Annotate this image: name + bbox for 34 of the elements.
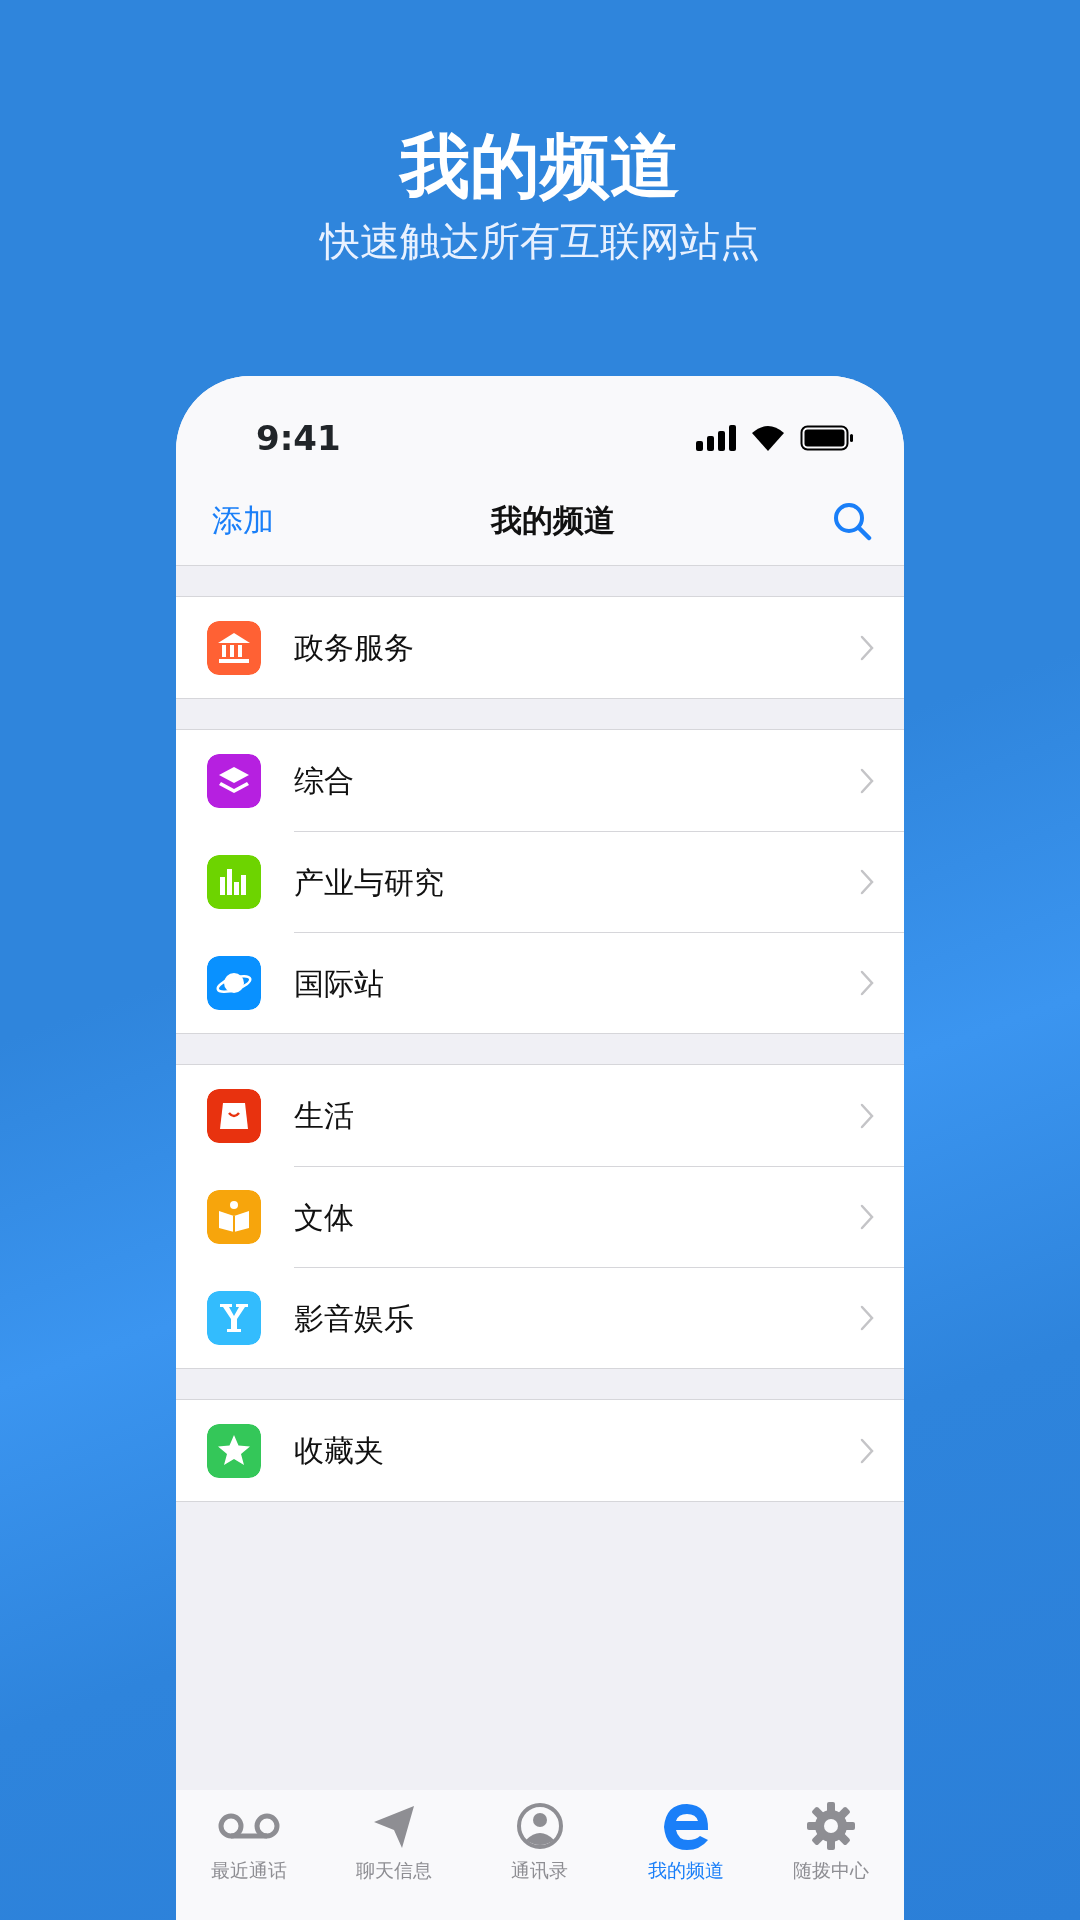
channel-row[interactable]: 政务服务 [176,597,904,698]
chevron-icon [860,1305,874,1331]
nav-title: 我的频道 [491,501,615,541]
channel-row[interactable]: 产业与研究 [176,831,904,932]
promo-subtitle: 快速触达所有互联网站点 [320,217,760,265]
promo-title: 我的频道 [400,128,680,205]
channel-row[interactable]: 文体 [176,1166,904,1267]
channel-row[interactable]: 综合 [176,730,904,831]
channel-row[interactable]: 国际站 [176,932,904,1033]
signal-icon [696,425,736,451]
status-time: 9:41 [256,416,341,460]
chevron-icon [860,1102,874,1129]
chevron-icon [860,634,874,661]
wifi-icon [750,425,786,451]
chevron-icon [860,1204,874,1230]
channel-row[interactable]: 影音娱乐 [176,1267,904,1368]
channel-label: 影音娱乐 [294,1299,415,1338]
chevron-icon [860,767,874,794]
add-button[interactable]: 添加 [212,497,274,544]
chevron-icon [860,970,874,996]
channel-label: 产业与研究 [294,863,445,902]
chevron-icon [860,869,874,895]
chevron-icon [860,1437,874,1464]
channel-label: 收藏夹 [294,1432,385,1470]
channel-label: 生活 [294,1097,355,1135]
battery-icon [800,425,854,451]
channel-label: 文体 [294,1198,355,1237]
channel-label: 综合 [294,762,355,800]
search-icon[interactable] [832,500,872,541]
channel-row[interactable]: 收藏夹 [176,1400,904,1501]
tab[interactable]: 我的频道 [612,1800,759,1920]
channel-label: 国际站 [294,964,385,1003]
channel-label: 政务服务 [294,629,415,667]
channel-row[interactable]: 生活 [176,1065,904,1166]
